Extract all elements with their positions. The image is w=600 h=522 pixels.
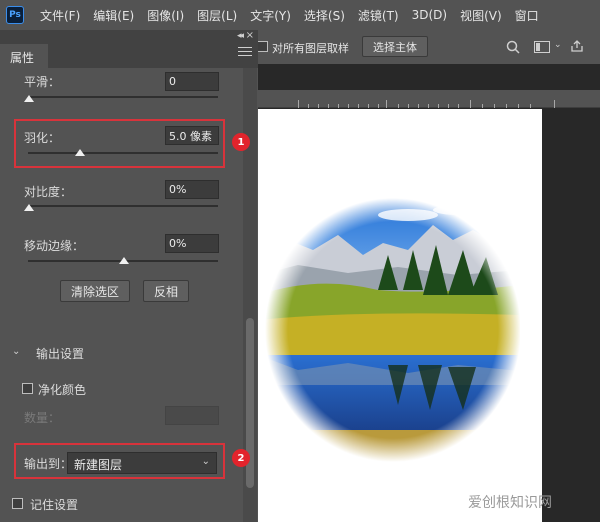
view-mode-icon[interactable]: [534, 41, 550, 53]
shift-edge-slider-thumb[interactable]: [119, 257, 129, 264]
menu-edit[interactable]: 编辑(E): [93, 7, 134, 24]
chevron-down-icon[interactable]: ⌄: [12, 346, 20, 357]
menu-file[interactable]: 文件(F): [40, 7, 80, 24]
panel-menu-icon[interactable]: [238, 47, 252, 57]
amount-label: 数量：: [24, 411, 61, 425]
search-icon[interactable]: [506, 40, 520, 54]
shift-edge-field[interactable]: [165, 234, 219, 253]
menu-type[interactable]: 文字(Y): [250, 7, 291, 24]
menu-view[interactable]: 视图(V): [460, 7, 502, 24]
collapse-panel-icon[interactable]: ◂◂: [237, 31, 244, 41]
contrast-slider-track[interactable]: [28, 205, 218, 207]
smooth-slider-track[interactable]: [28, 96, 218, 98]
share-icon[interactable]: [570, 39, 584, 53]
contrast-field[interactable]: [165, 180, 219, 199]
output-to-highlight-box: [14, 443, 225, 479]
menu-image[interactable]: 图像(I): [147, 7, 184, 24]
horizontal-ruler: [258, 90, 600, 108]
contrast-slider-thumb[interactable]: [24, 204, 34, 211]
step-badge-1: 1: [232, 133, 250, 151]
contrast-label: 对比度：: [24, 185, 73, 199]
pasteboard: [542, 108, 600, 522]
amount-field: [165, 406, 219, 425]
panel-header: ◂◂ ×: [0, 30, 258, 44]
select-subject-button[interactable]: 选择主体: [362, 36, 428, 57]
watermark: 爱创根知识网: [468, 495, 552, 511]
remember-settings-label: 记住设置: [30, 498, 79, 512]
smooth-slider-thumb[interactable]: [24, 95, 34, 102]
invert-button[interactable]: 反相: [143, 280, 189, 302]
menubar: Ps 文件(F) 编辑(E) 图像(I) 图层(L) 文字(Y) 选择(S) 滤…: [0, 0, 600, 30]
feathered-landscape-image: [258, 195, 520, 465]
smooth-label: 平滑：: [24, 75, 61, 89]
step-badge-2: 2: [232, 449, 250, 467]
decontaminate-colors-label: 净化颜色: [38, 383, 87, 397]
close-icon[interactable]: ×: [246, 30, 254, 41]
chevron-down-icon[interactable]: ⌄: [554, 40, 562, 50]
menu-3d[interactable]: 3D(D): [412, 8, 447, 22]
output-settings-label[interactable]: 输出设置: [36, 345, 84, 362]
menu-window[interactable]: 窗口: [515, 7, 539, 24]
menu-filter[interactable]: 滤镜(T): [358, 7, 399, 24]
options-bar: 对所有图层取样 选择主体 ⌄: [258, 30, 600, 64]
decontaminate-colors-checkbox[interactable]: [22, 383, 33, 394]
menu-layer[interactable]: 图层(L): [197, 7, 237, 24]
clear-selection-button[interactable]: 清除选区: [60, 280, 130, 302]
tab-properties[interactable]: 属性: [0, 44, 48, 68]
feather-highlight-box: [14, 119, 225, 168]
smooth-field[interactable]: [165, 72, 219, 91]
remember-settings-checkbox[interactable]: [12, 498, 23, 509]
canvas-workspace: [258, 64, 600, 522]
photoshop-logo: Ps: [6, 6, 24, 24]
panel-tabbar: 属性: [0, 44, 258, 68]
sample-all-layers-label: 对所有图层取样: [272, 42, 349, 55]
sample-all-layers-checkbox[interactable]: [258, 41, 268, 52]
menu-select[interactable]: 选择(S): [304, 7, 345, 24]
shift-edge-label: 移动边缘：: [24, 239, 85, 253]
